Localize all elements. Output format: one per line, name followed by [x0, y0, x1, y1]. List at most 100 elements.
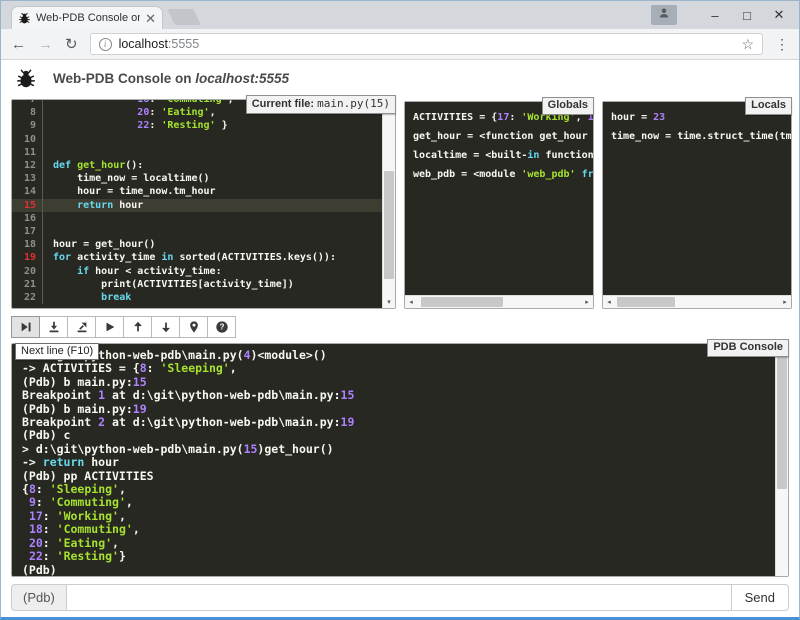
- console-line: Breakpoint 2 at d:\git\python-web-pdb\ma…: [22, 416, 775, 429]
- profile-button[interactable]: [651, 5, 677, 25]
- code-text: time_now = localtime(): [42, 172, 382, 185]
- up-button[interactable]: [123, 316, 152, 338]
- line-number[interactable]: 16: [12, 212, 42, 225]
- line-number[interactable]: 12: [12, 159, 42, 172]
- debug-toolbar: ?: [11, 316, 789, 338]
- console-line: Breakpoint 1 at d:\git\python-web-pdb\ma…: [22, 389, 775, 402]
- globals-hscroll-thumb[interactable]: [421, 297, 503, 307]
- globals-hscrollbar[interactable]: ◂ ▸: [405, 295, 593, 308]
- line-number[interactable]: 18: [12, 238, 42, 251]
- globals-line: localtime = <built-in function localti: [413, 146, 593, 165]
- person-icon: [658, 6, 670, 24]
- page-title: Web-PDB Console on localhost:5555: [53, 71, 289, 86]
- code-vscroll-thumb[interactable]: [384, 171, 394, 279]
- svg-text:?: ?: [219, 323, 224, 332]
- reload-icon[interactable]: ↻: [65, 37, 78, 52]
- globals-panel: Globals ACTIVITIES = {17: 'Working', 18:…: [404, 101, 594, 309]
- code-line: 9 22: 'Resting' }: [12, 119, 382, 132]
- globals-line: get_hour = <function get_hour at 0x0: [413, 127, 593, 146]
- console-line: 18: 'Commuting',: [22, 523, 775, 536]
- continue-button[interactable]: [95, 316, 124, 338]
- code-text: hour = time_now.tm_hour: [42, 185, 382, 198]
- console-line: > d:\git\python-web-pdb\main.py(15)get_h…: [22, 443, 775, 456]
- locals-label: Locals: [745, 97, 792, 115]
- code-text: def get_hour():: [42, 159, 382, 172]
- console-vscroll-thumb[interactable]: [777, 354, 787, 489]
- current-file-label: Current file: main.py(15): [246, 95, 396, 114]
- scroll-right-icon[interactable]: ▸: [581, 296, 593, 308]
- console-line: > d:\git\python-web-pdb\main.py(4)<modul…: [22, 349, 775, 362]
- line-number[interactable]: 15: [12, 199, 42, 212]
- tab-title: Web-PDB Console on lo: [36, 12, 140, 24]
- browser-tab[interactable]: Web-PDB Console on lo ✕: [11, 6, 163, 29]
- bug-icon: [15, 68, 37, 90]
- code-line: 11: [12, 146, 382, 159]
- console-vscrollbar[interactable]: ▴: [775, 344, 788, 576]
- send-button[interactable]: Send: [732, 584, 789, 611]
- code-text: for activity_time in sorted(ACTIVITIES.k…: [42, 251, 382, 264]
- code-line: 15 return hour: [12, 199, 382, 212]
- scroll-right-icon[interactable]: ▸: [779, 296, 791, 308]
- step-out-button[interactable]: [67, 316, 96, 338]
- help-button[interactable]: ?: [207, 316, 236, 338]
- close-button[interactable]: ✕: [763, 1, 795, 29]
- scroll-down-icon[interactable]: ▾: [383, 298, 395, 306]
- locals-hscrollbar[interactable]: ◂ ▸: [603, 295, 791, 308]
- code-line: 19for activity_time in sorted(ACTIVITIES…: [12, 251, 382, 264]
- info-icon[interactable]: i: [99, 38, 112, 51]
- locals-hscroll-thumb[interactable]: [617, 297, 675, 307]
- scroll-left-icon[interactable]: ◂: [603, 296, 615, 308]
- back-icon[interactable]: ←: [11, 37, 26, 52]
- line-number[interactable]: 9: [12, 119, 42, 132]
- url-bar[interactable]: i localhost:5555 ☆: [90, 33, 763, 55]
- line-number[interactable]: 21: [12, 278, 42, 291]
- code-line: 21 print(ACTIVITIES[activity_time]): [12, 278, 382, 291]
- bookmark-star-icon[interactable]: ☆: [741, 36, 754, 53]
- line-number[interactable]: 19: [12, 251, 42, 264]
- next-line-icon: [19, 320, 33, 334]
- line-number[interactable]: 14: [12, 185, 42, 198]
- locals-line: time_now = time.struct_time(tm_year: [611, 127, 791, 146]
- line-number[interactable]: 20: [12, 265, 42, 278]
- locals-panel: Locals hour = 23time_now = time.struct_t…: [602, 101, 792, 309]
- step-into-button[interactable]: [39, 316, 68, 338]
- new-tab-button[interactable]: [167, 9, 200, 25]
- code-text: break: [42, 291, 382, 304]
- code-text: if hour < activity_time:: [42, 265, 382, 278]
- console-line: (Pdb) b main.py:15: [22, 376, 775, 389]
- help-icon: ?: [215, 320, 229, 334]
- console-lines: > d:\git\python-web-pdb\main.py(4)<modul…: [12, 344, 775, 576]
- browser-window: Web-PDB Console on lo ✕ – □ ✕ ← → ↻ i lo…: [0, 0, 800, 620]
- code-line: 12def get_hour():: [12, 159, 382, 172]
- console-line: (Pdb) c: [22, 429, 775, 442]
- console-line: {8: 'Sleeping',: [22, 483, 775, 496]
- command-input[interactable]: [66, 584, 732, 611]
- locals-lines: hour = 23time_now = time.struct_time(tm_…: [603, 102, 791, 295]
- code-lines: 7 18: 'Commuting',8 20: 'Eating',9 22: '…: [12, 100, 382, 308]
- forward-icon[interactable]: →: [38, 37, 53, 52]
- code-line: 17: [12, 225, 382, 238]
- code-text: return hour: [42, 199, 382, 212]
- code-text: [42, 225, 382, 238]
- console-line: (Pdb) b main.py:19: [22, 403, 775, 416]
- down-button[interactable]: [151, 316, 180, 338]
- pdb-console-panel: PDB Console > d:\git\python-web-pdb\main…: [11, 343, 789, 577]
- line-number[interactable]: 13: [12, 172, 42, 185]
- line-number[interactable]: 11: [12, 146, 42, 159]
- menu-kebab-icon[interactable]: ⋮: [775, 36, 789, 53]
- browser-navbar: ← → ↻ i localhost:5555 ☆ ⋮: [1, 29, 799, 60]
- minimize-button[interactable]: –: [699, 1, 731, 29]
- line-number[interactable]: 10: [12, 133, 42, 146]
- breakpoint-button[interactable]: [179, 316, 208, 338]
- next-line-button[interactable]: [11, 316, 40, 338]
- tab-close-icon[interactable]: ✕: [145, 12, 156, 25]
- scroll-left-icon[interactable]: ◂: [405, 296, 417, 308]
- url-text: localhost:5555: [119, 37, 200, 51]
- maximize-button[interactable]: □: [731, 1, 763, 29]
- bug-favicon-icon: [18, 12, 31, 25]
- console-line: 17: 'Working',: [22, 510, 775, 523]
- line-number[interactable]: 17: [12, 225, 42, 238]
- line-number[interactable]: 8: [12, 106, 42, 119]
- code-vscrollbar[interactable]: ▾: [382, 100, 395, 308]
- line-number[interactable]: 22: [12, 291, 42, 304]
